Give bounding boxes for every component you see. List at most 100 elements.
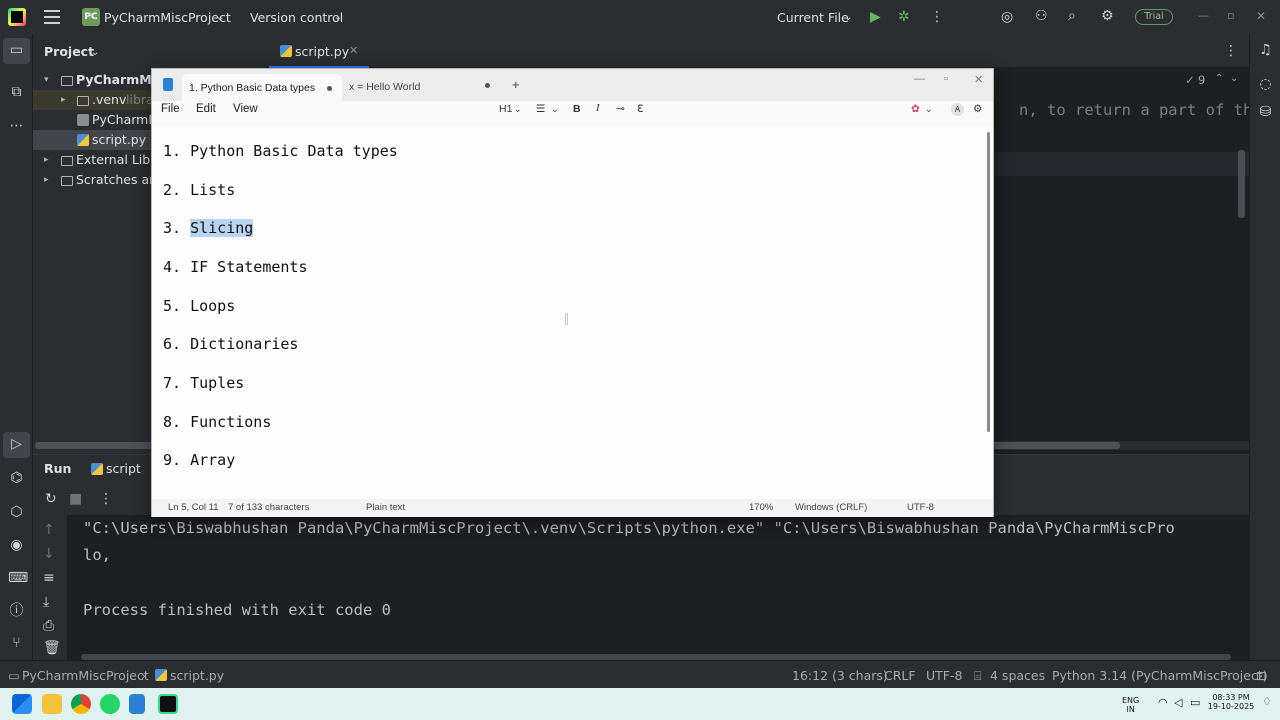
python-console-icon[interactable]: ⌬ xyxy=(8,470,25,487)
link-icon[interactable]: ⊸ xyxy=(616,103,625,115)
ai-assistant-icon[interactable]: ◎ xyxy=(1001,10,1013,24)
minimize-icon[interactable]: — xyxy=(914,73,925,85)
services-icon[interactable]: ◉ xyxy=(8,537,25,554)
check-icon[interactable]: ✓ xyxy=(1185,73,1195,87)
breadcrumb-file[interactable]: script.py xyxy=(170,668,224,683)
add-user-icon[interactable]: ⚇ xyxy=(1035,9,1048,23)
line-ending[interactable]: CRLF xyxy=(884,668,916,683)
unsaved-dot-icon[interactable] xyxy=(327,86,332,91)
editor-scrollbar[interactable] xyxy=(1238,150,1245,218)
breadcrumb-project[interactable]: PyCharmMiscProject xyxy=(22,668,149,683)
trial-badge[interactable]: Trial xyxy=(1135,9,1173,25)
wifi-icon[interactable]: ◠ xyxy=(1158,697,1168,708)
whatsapp-icon[interactable] xyxy=(100,694,120,714)
chevron-down-icon[interactable]: ⌄ xyxy=(844,11,852,25)
zoom-level[interactable]: 170% xyxy=(749,502,773,513)
notification-bell-icon[interactable]: ♢ xyxy=(1262,696,1272,707)
expand-arrow-icon[interactable]: ▾ xyxy=(44,70,49,90)
lock-icon[interactable]: ⊡ xyxy=(1256,668,1266,683)
arrow-down-icon[interactable]: ↓ xyxy=(43,547,55,561)
chrome-icon[interactable] xyxy=(71,694,91,714)
main-menu-icon[interactable] xyxy=(44,10,60,24)
italic-button[interactable]: I xyxy=(596,103,600,114)
chevron-down-icon[interactable]: ⌄ xyxy=(216,11,224,25)
menu-file[interactable]: File xyxy=(161,103,180,115)
collapse-arrow-icon[interactable]: ▸ xyxy=(44,150,49,170)
text-format[interactable]: Plain text xyxy=(366,502,405,513)
notepad-tab-active[interactable]: 1. Python Basic Data types xyxy=(182,74,342,101)
notepad-tab-inactive[interactable]: x = Hello World xyxy=(349,81,420,93)
copilot-icon[interactable]: ✿ xyxy=(911,103,920,115)
close-icon[interactable]: ✕ xyxy=(974,73,983,86)
file-encoding[interactable]: UTF-8 xyxy=(926,668,962,683)
run-tool-icon[interactable]: ▷ xyxy=(8,436,25,453)
heading-selector[interactable]: H1 xyxy=(499,103,512,115)
collapse-arrow-icon[interactable]: ▸ xyxy=(61,90,66,110)
close-tab-icon[interactable]: ✕ xyxy=(349,44,358,57)
more-actions-icon[interactable]: ⋮ xyxy=(930,10,944,24)
soft-wrap-icon[interactable]: ≡ xyxy=(43,571,55,585)
new-tab-icon[interactable]: + xyxy=(512,77,520,92)
chevron-down-icon[interactable]: ⌄ xyxy=(334,11,342,25)
notepad-text-area[interactable]: 1. Python Basic Data types 2. Lists 3. S… xyxy=(152,127,993,499)
more-actions-icon[interactable]: ⋮ xyxy=(99,492,113,506)
settings-gear-icon[interactable]: ⚙ xyxy=(973,103,982,115)
caret-position[interactable]: 16:12 (3 chars) xyxy=(792,668,888,683)
tab-script-py[interactable]: script.py ✕ xyxy=(269,34,369,68)
problems-icon[interactable]: ⓘ xyxy=(8,603,25,620)
run-config-selector[interactable]: Current File xyxy=(777,10,849,25)
start-icon[interactable] xyxy=(12,694,32,714)
project-tool-icon[interactable]: ▭ xyxy=(8,42,25,59)
maximize-icon[interactable]: ▫ xyxy=(944,73,948,85)
run-icon[interactable]: ▶ xyxy=(870,10,881,24)
version-control-menu[interactable]: Version control xyxy=(250,10,343,25)
battery-icon[interactable]: ▭ xyxy=(1190,697,1200,708)
gear-icon[interactable]: ⚙ xyxy=(1101,9,1114,23)
print-icon[interactable]: ⎙ xyxy=(43,619,54,633)
maximize-icon[interactable]: ▫ xyxy=(1227,9,1234,23)
project-panel-title[interactable]: Project xyxy=(44,44,94,59)
more-tools-icon[interactable]: ⋯ xyxy=(8,118,25,135)
clock[interactable]: 08:33 PM 19-10-2025 xyxy=(1206,693,1256,711)
chevron-down-icon[interactable]: ⌄ xyxy=(1230,73,1238,84)
volume-icon[interactable]: ◁ xyxy=(1174,697,1182,708)
terminal-icon[interactable]: ⌨ xyxy=(8,570,28,587)
file-explorer-icon[interactable] xyxy=(42,694,62,714)
close-icon[interactable]: ✕ xyxy=(1256,9,1266,23)
minimize-icon[interactable]: — xyxy=(1198,9,1209,23)
chevron-up-icon[interactable]: ⌃ xyxy=(1215,73,1223,84)
chevron-down-icon[interactable]: ⌄ xyxy=(925,104,933,115)
trash-icon[interactable]: 🗑 xyxy=(43,641,61,655)
ai-chat-icon[interactable]: ◌ xyxy=(1257,76,1274,93)
chevron-down-icon[interactable]: ⌄ xyxy=(551,104,559,115)
run-config-tab[interactable]: script xyxy=(106,461,141,476)
structure-tool-icon[interactable]: ⧉ xyxy=(8,84,25,101)
file-encoding[interactable]: UTF-8 xyxy=(907,502,934,513)
line-ending[interactable]: Windows (CRLF) xyxy=(795,502,867,513)
unsaved-dot-icon[interactable] xyxy=(485,83,490,88)
project-switcher[interactable]: PyCharmMiscProject xyxy=(104,10,231,25)
arrow-up-icon[interactable]: ↑ xyxy=(43,523,55,537)
pycharm-taskbar-icon[interactable] xyxy=(158,694,178,714)
input-language[interactable]: ENG IN xyxy=(1122,696,1139,714)
debug-icon[interactable]: ✲ xyxy=(898,10,910,24)
search-icon[interactable]: ⌕ xyxy=(1068,9,1076,23)
indent-setting[interactable]: 4 spaces xyxy=(990,668,1045,683)
chevron-down-icon[interactable]: ⌄ xyxy=(514,104,522,115)
clear-formatting-icon[interactable]: Ꜫ xyxy=(637,103,643,115)
menu-edit[interactable]: Edit xyxy=(196,103,216,115)
version-control-icon[interactable]: ⑂ xyxy=(8,635,25,652)
notepad-scrollbar[interactable] xyxy=(987,132,990,432)
python-interpreter[interactable]: Python 3.14 (PyCharmMiscProject) xyxy=(1052,668,1268,683)
stop-icon[interactable]: ■ xyxy=(69,492,82,506)
bold-button[interactable]: B xyxy=(573,103,581,115)
rerun-icon[interactable]: ↻ xyxy=(45,492,57,506)
collapse-arrow-icon[interactable]: ▸ xyxy=(44,170,49,190)
python-packages-icon[interactable]: ⬡ xyxy=(8,504,25,521)
scroll-to-end-icon[interactable]: ⤓ xyxy=(43,595,49,609)
notifications-icon[interactable]: ♫ xyxy=(1257,42,1274,59)
menu-view[interactable]: View xyxy=(233,103,258,115)
database-icon[interactable]: ⛁ xyxy=(1257,104,1274,121)
tab-options-icon[interactable]: ⋮ xyxy=(1224,44,1238,58)
problems-count[interactable]: 9 xyxy=(1198,73,1205,87)
